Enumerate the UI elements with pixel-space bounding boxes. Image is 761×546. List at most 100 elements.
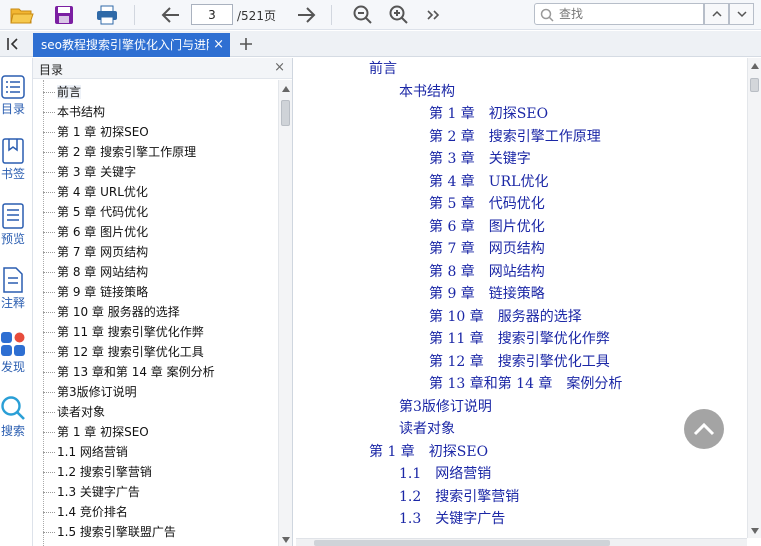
toc-link[interactable]: 第 4 章 URL优化 (429, 172, 548, 192)
toc-link[interactable]: 第 1 章 初探SEO (429, 104, 548, 124)
search-input[interactable] (559, 6, 699, 22)
toc-link[interactable]: 1.2 搜索引擎营销 (399, 487, 519, 507)
zoom-out-icon[interactable] (350, 2, 376, 28)
rail-item-bookmarks[interactable]: 书签 (0, 138, 26, 182)
toc-item-label: 1.4 竞价排名 (57, 505, 128, 519)
toc-item[interactable]: 1.3 关键字广告 (43, 482, 140, 502)
toc-item[interactable]: 前言 (43, 82, 82, 102)
arrow-left-icon[interactable] (158, 2, 184, 28)
search-field[interactable] (534, 3, 704, 25)
toc-link[interactable]: 第 12 章 搜索引擎优化工具 (429, 352, 610, 372)
toc-link[interactable]: 第 1 章 初探SEO (369, 442, 488, 462)
document-hscroll-thumb[interactable] (314, 540, 610, 546)
more-icon[interactable] (420, 2, 446, 28)
toc-item-label: 1.3 关键字广告 (57, 485, 140, 499)
toc-link[interactable]: 第 2 章 搜索引擎工作原理 (429, 127, 601, 147)
toc-link[interactable]: 第 9 章 链接策略 (429, 284, 545, 304)
toc-item[interactable]: 第 9 章 链接策略 (43, 282, 148, 302)
toc-item[interactable]: 第 6 章 图片优化 (43, 222, 148, 242)
toc-item[interactable]: 第 5 章 代码优化 (43, 202, 148, 222)
toc-item[interactable]: 本书结构 (43, 102, 105, 122)
toc-link[interactable]: 第 5 章 代码优化 (429, 194, 545, 214)
toc-link[interactable]: 第 11 章 搜索引擎优化作弊 (429, 329, 610, 349)
rail-item-toc[interactable]: 目录 (0, 75, 26, 117)
toc-item[interactable]: 第 10 章 服务器的选择 (43, 302, 180, 322)
toc-item[interactable]: 第 11 章 搜索引擎优化作弊 (43, 322, 204, 342)
tab-title: seo教程搜索引擎优化入门与进阶 (41, 38, 209, 52)
rail-item-discover[interactable]: 发现 (0, 331, 26, 375)
page-total: /521页 (237, 9, 276, 23)
toc-item-label: 第 6 章 图片优化 (57, 225, 149, 239)
scroll-to-top-button[interactable] (684, 409, 724, 449)
bookmark-icon (2, 138, 24, 164)
toc-link[interactable]: 1.1 网络营销 (399, 464, 491, 484)
toc-item[interactable]: 1.4 竞价排名 (43, 502, 128, 522)
toc-item[interactable]: 第 1 章 初探SEO (43, 422, 149, 442)
toc-item-label: 本书结构 (57, 105, 106, 119)
save-icon[interactable] (51, 2, 77, 28)
toc-item-label: 第 4 章 URL优化 (57, 185, 148, 199)
toc-link[interactable]: 第 13 章和第 14 章 案例分析 (429, 374, 622, 394)
toc-link[interactable]: 第 7 章 网页结构 (429, 239, 545, 259)
scroll-up-icon (751, 63, 759, 69)
document-vscrollbar[interactable] (747, 58, 761, 538)
document-hscrollbar[interactable] (296, 538, 747, 546)
chevron-up-icon (711, 10, 722, 17)
discover-icon (1, 332, 25, 356)
arrow-right-icon[interactable] (293, 2, 319, 28)
page-number-input[interactable] (191, 4, 233, 25)
toc-panel: 目录 × 前言 本书结构第 1 章 初探SEO 第 2 章 搜索引擎工作原理第 3 … (32, 58, 293, 546)
open-folder-icon[interactable] (9, 2, 35, 28)
toc-item-label: 第 5 章 代码优化 (57, 205, 149, 219)
rail-item-preview[interactable]: 预览 (0, 203, 26, 247)
toc-item[interactable]: 1.1 网络营销 (43, 442, 128, 462)
toc-item[interactable]: 第 2 章 搜索引擎工作原理 (43, 142, 196, 162)
toc-link[interactable]: 第 8 章 网站结构 (429, 262, 545, 282)
toc-scrollbar[interactable] (278, 80, 292, 546)
toc-item[interactable]: 1.5 搜索引擎联盟广告 (43, 522, 176, 542)
toc-item-label: 1.1 网络营销 (57, 445, 128, 459)
tab-document[interactable]: seo教程搜索引擎优化入门与进阶 × (33, 33, 230, 57)
toc-item[interactable]: 第3版修订说明 (43, 382, 137, 402)
toc-item-label: 第 2 章 搜索引擎工作原理 (57, 145, 197, 159)
toc-link[interactable]: 1.3 关键字广告 (399, 509, 505, 529)
toc-item-label: 第 12 章 搜索引擎优化工具 (57, 345, 204, 359)
toc-link[interactable]: 本书结构 (399, 82, 455, 102)
side-rail: 目录 书签 预览 注释 发现 搜索 (0, 58, 26, 546)
toc-item[interactable]: 第 3 章 关键字 (43, 162, 136, 182)
toc-item[interactable]: 第 1 章 初探SEO (43, 122, 149, 142)
rail-item-annotations[interactable]: 注释 (0, 267, 26, 311)
toc-item[interactable]: 1.2 搜索引擎营销 (43, 462, 152, 482)
scroll-up-icon (282, 86, 290, 92)
toc-item[interactable]: 第 4 章 URL优化 (43, 182, 148, 202)
toc-link[interactable]: 第3版修订说明 (399, 397, 492, 417)
toc-item-label: 第 9 章 链接策略 (57, 285, 149, 299)
toc-item[interactable]: 第 13 章和第 14 章 案例分析 (43, 362, 215, 382)
new-tab-icon[interactable] (237, 35, 255, 53)
toc-item[interactable]: 读者对象 (43, 402, 105, 422)
toc-close-icon[interactable]: × (274, 60, 285, 75)
list-icon (1, 75, 25, 99)
toc-scroll-thumb[interactable] (281, 100, 290, 126)
search-prev-button[interactable] (704, 3, 729, 25)
document-scroll-thumb[interactable] (750, 78, 759, 92)
tab-bar: seo教程搜索引擎优化入门与进阶 × (0, 31, 761, 57)
scroll-down-icon (282, 537, 290, 543)
toc-link[interactable]: 读者对象 (399, 419, 455, 439)
zoom-in-icon[interactable] (386, 2, 412, 28)
annotation-icon (3, 267, 23, 293)
rail-item-search[interactable]: 搜索 (0, 395, 26, 439)
toc-item-label: 第 1 章 初探SEO (57, 125, 149, 139)
toc-item-label: 第 8 章 网站结构 (57, 265, 149, 279)
toc-link[interactable]: 第 6 章 图片优化 (429, 217, 545, 237)
toc-item[interactable]: 第 7 章 网页结构 (43, 242, 148, 262)
toc-link[interactable]: 前言 (369, 59, 397, 79)
collapse-sidebar-icon[interactable] (3, 34, 23, 54)
toc-link[interactable]: 第 3 章 关键字 (429, 149, 531, 169)
toc-item[interactable]: 第 12 章 搜索引擎优化工具 (43, 342, 204, 362)
tab-close-icon[interactable]: × (213, 33, 224, 57)
toc-item[interactable]: 第 8 章 网站结构 (43, 262, 148, 282)
search-next-button[interactable] (729, 3, 754, 25)
print-icon[interactable] (94, 2, 120, 28)
toc-link[interactable]: 第 10 章 服务器的选择 (429, 307, 582, 327)
